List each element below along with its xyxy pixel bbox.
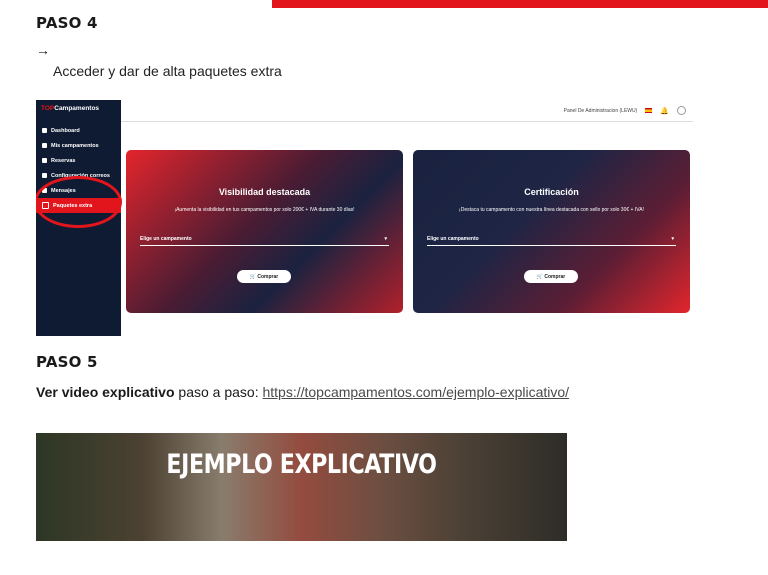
step4-heading: PASO 4 <box>36 14 98 32</box>
step4-description: Acceder y dar de alta paquetes extra <box>53 63 282 79</box>
camp-select[interactable]: Elige un campamento ▾ <box>427 236 676 246</box>
arrow-icon: → <box>36 42 50 58</box>
highlight-circle <box>36 176 122 228</box>
card-certificacion: Certificación ¡Destaca tu campamento con… <box>413 150 690 313</box>
video-link[interactable]: https://topcampamentos.com/ejemplo-expli… <box>262 384 569 400</box>
calendar-icon <box>42 158 47 163</box>
buy-button[interactable]: 🛒 Comprar <box>237 270 291 283</box>
card-visibilidad: Visibilidad destacada ¡Aumenta la visibi… <box>126 150 403 313</box>
spain-flag-icon[interactable] <box>645 108 653 113</box>
sidebar: TOPCampamentos Dashboard Mis campamentos… <box>36 100 122 336</box>
sidebar-item-reservas[interactable]: Reservas <box>36 153 121 168</box>
step5-heading: PASO 5 <box>36 353 98 371</box>
step5-bold: Ver video explicativo <box>36 384 175 400</box>
video-thumbnail[interactable]: EJEMPLO EXPLICATIVO <box>36 433 567 541</box>
bell-icon[interactable]: 🔔 <box>660 107 669 115</box>
card-title: Visibilidad destacada <box>218 187 311 197</box>
app-header: Panel De Administracion (LEWU) 🔔 <box>121 100 693 122</box>
card-description: ¡Aumenta la visibilidad en tus campament… <box>174 207 355 213</box>
avatar[interactable] <box>677 106 686 115</box>
chevron-down-icon: ▾ <box>671 236 674 242</box>
card-title: Certificación <box>524 187 579 197</box>
header-title: Panel De Administracion (LEWU) <box>563 107 638 114</box>
camp-select[interactable]: Elige un campamento ▾ <box>140 236 389 246</box>
admin-panel-screenshot: TOPCampamentos Dashboard Mis campamentos… <box>36 100 693 336</box>
logo: TOPCampamentos <box>41 105 100 112</box>
mail-icon <box>42 173 47 178</box>
step5-paragraph: Ver video explicativo paso a paso: https… <box>36 384 570 400</box>
dashboard-icon <box>42 128 47 133</box>
video-title: EJEMPLO EXPLICATIVO <box>166 449 437 480</box>
top-accent-bar <box>272 0 768 8</box>
card-description: ¡Destaca tu campamento con nuestra línea… <box>459 207 644 213</box>
sidebar-item-mis-campamentos[interactable]: Mis campamentos <box>36 138 121 153</box>
sidebar-item-dashboard[interactable]: Dashboard <box>36 123 121 138</box>
chevron-down-icon: ▾ <box>384 236 387 242</box>
buy-button[interactable]: 🛒 Comprar <box>524 270 578 283</box>
tent-icon <box>42 143 47 148</box>
